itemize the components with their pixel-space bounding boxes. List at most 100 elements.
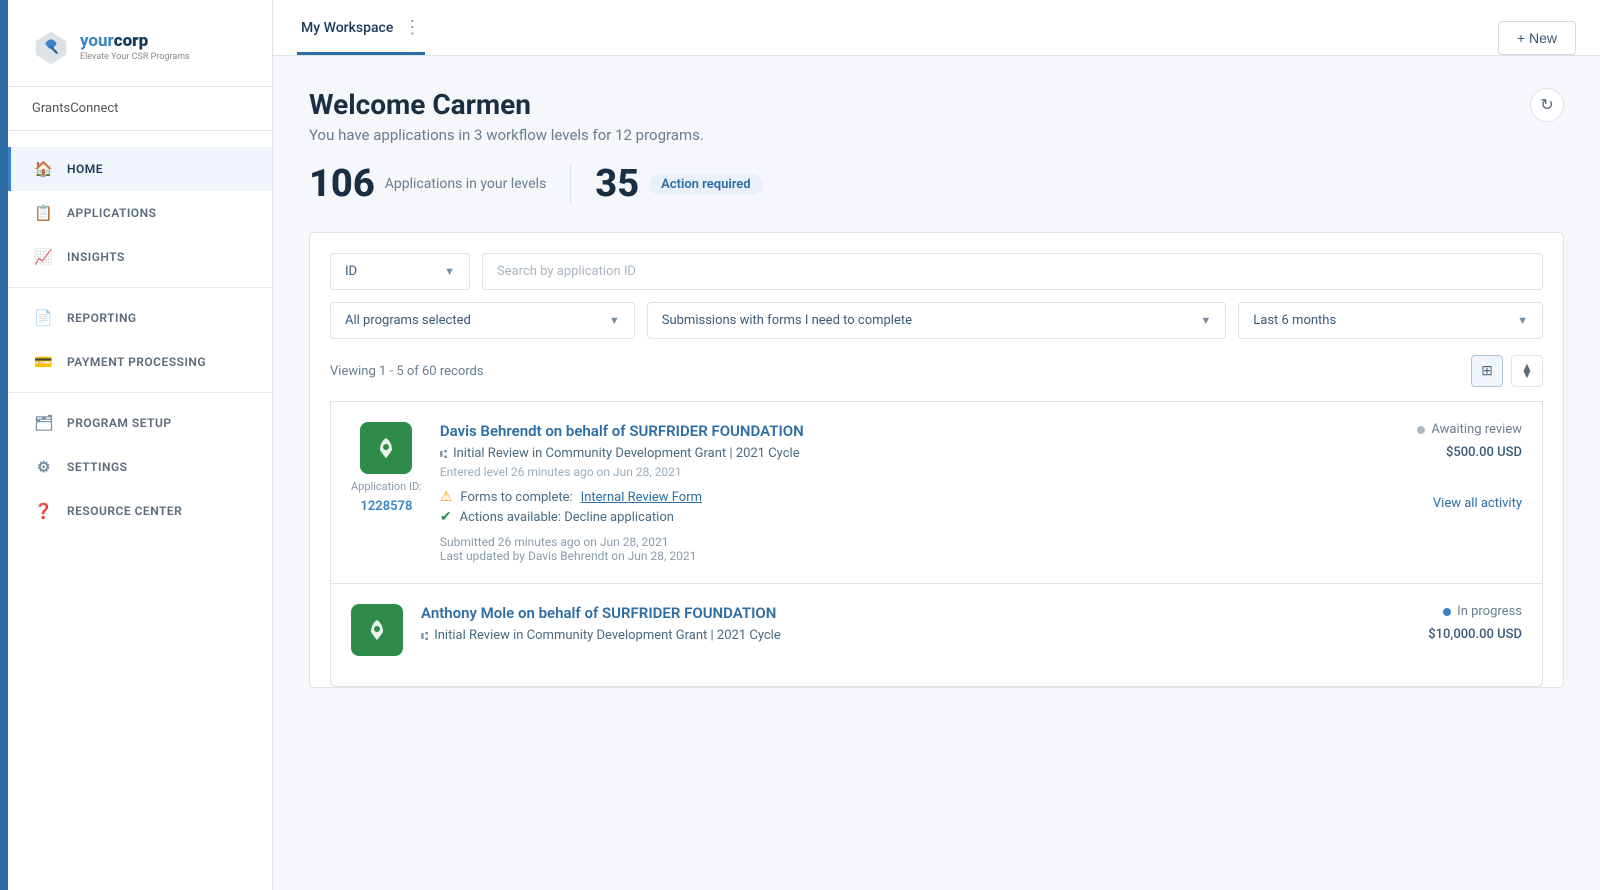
table-row: Application ID: 1228578 Davis Behrendt o… [330,401,1543,584]
sidebar-item-insights[interactable]: 📈 INSIGHTS [8,235,272,279]
sidebar-item-home[interactable]: 🏠 HOME [8,147,272,191]
status-badge-2: In progress [1443,604,1522,619]
results-row: Viewing 1 - 5 of 60 records ⊞ ⧫ [330,355,1543,401]
welcome-title: Welcome Carmen [309,88,531,121]
sidebar-item-reporting-label: REPORTING [67,311,137,325]
app-actions-1: ⚠ Forms to complete: Internal Review For… [440,489,1344,525]
tagline: Elevate Your CSR Programs [80,52,190,62]
app-level-2: ⑆ Initial Review in Community Developmen… [421,628,1344,643]
app-level-text-2: Initial Review in Community Development … [434,628,781,643]
filters-section: ID ▼ Search by application ID All progra… [309,232,1564,688]
app-avatar-block: Application ID: 1228578 [351,422,422,514]
app-id-value-1[interactable]: 1228578 [360,499,412,514]
filter-time-label: Last 6 months [1253,313,1336,328]
status-badge-1: Awaiting review [1417,422,1522,437]
app-main-2: Anthony Mole on behalf of SURFRIDER FOUN… [421,604,1344,647]
stat-applications: 106 Applications in your levels [309,165,546,203]
filter-search-input[interactable]: Search by application ID [482,253,1543,290]
filter-id-dropdown[interactable]: ID ▼ [330,253,470,290]
app-id-label-1: Application ID: [351,480,422,493]
status-label-2: In progress [1457,604,1522,619]
logo-icon [32,28,70,66]
sidebar-nav: 🏠 HOME 📋 APPLICATIONS 📈 INSIGHTS 📄 REPOR… [8,131,272,890]
sidebar-accent [0,0,8,890]
tab-options-icon[interactable]: ⋮ [403,17,421,38]
applications-label: Applications in your levels [385,176,547,192]
filter-id-label: ID [345,264,357,279]
app-right-1: Awaiting review $500.00 USD View all act… [1362,422,1522,511]
app-amount-1: $500.00 USD [1446,445,1522,460]
app-main-1: Davis Behrendt on behalf of SURFRIDER FO… [440,422,1344,563]
results-count: Viewing 1 - 5 of 60 records [330,364,484,379]
status-dot-2 [1443,608,1451,616]
app-right-2: In progress $10,000.00 USD [1362,604,1522,642]
sidebar-item-applications[interactable]: 📋 APPLICATIONS [8,191,272,235]
tab-workspace[interactable]: My Workspace ⋮ [297,3,425,55]
welcome-subtitle: You have applications in 3 workflow leve… [309,126,1564,144]
stat-divider [570,164,571,204]
forms-link-1[interactable]: Internal Review Form [581,490,702,505]
table-row: Anthony Mole on behalf of SURFRIDER FOUN… [330,584,1543,687]
logo-text: yourcorp Elevate Your CSR Programs [80,32,190,62]
applications-list: Application ID: 1228578 Davis Behrendt o… [330,401,1543,687]
app-name-1[interactable]: Davis Behrendt on behalf of SURFRIDER FO… [440,422,1344,440]
actions-available-1: ✔ Actions available: Decline application [440,509,1344,525]
avatar-icon-2 [363,616,391,644]
forms-label-1: Forms to complete: [460,490,572,505]
filter-time-dropdown[interactable]: Last 6 months ▼ [1238,302,1543,339]
filter-row-1: ID ▼ Search by application ID [330,253,1543,290]
org-name: GrantsConnect [8,87,272,131]
app-amount-2: $10,000.00 USD [1428,627,1522,642]
filter-submissions-label: Submissions with forms I need to complet… [662,313,912,328]
app-level-text-1: Initial Review in Community Development … [453,446,800,461]
tab-bar-right: + New [1498,21,1576,55]
refresh-button[interactable]: ↻ [1530,88,1564,122]
actions-label-1: Actions available: Decline application [460,510,674,525]
settings-icon: ⚙ [35,458,53,476]
grid-view-button[interactable]: ⊞ [1471,355,1503,387]
status-label-1: Awaiting review [1431,422,1522,437]
sidebar-item-settings[interactable]: ⚙ SETTINGS [8,445,272,489]
sidebar-item-insights-label: INSIGHTS [67,250,125,264]
app-avatar-2 [351,604,403,656]
app-avatar [360,422,412,474]
main-area: My Workspace ⋮ + New Welcome Carmen ↻ Yo… [273,0,1600,890]
sidebar-divider-1 [8,287,272,288]
stats-row: 106 Applications in your levels 35 Actio… [309,164,1564,204]
app-updated-1: Last updated by Davis Behrendt on Jun 28… [440,549,1344,563]
applications-icon: 📋 [35,204,53,222]
sidebar-item-resource-label: RESOURCE CENTER [67,504,182,518]
sidebar-item-payment-label: PAYMENT PROCESSING [67,355,206,369]
filter-button[interactable]: ⧫ [1511,355,1543,387]
sidebar-item-home-label: HOME [67,162,103,176]
resource-center-icon: ❓ [35,502,53,520]
avatar-icon [372,434,400,462]
page-content: Welcome Carmen ↻ You have applications i… [273,56,1600,890]
filter-submissions-dropdown[interactable]: Submissions with forms I need to complet… [647,302,1227,339]
sidebar-item-reporting[interactable]: 📄 REPORTING [8,296,272,340]
app-avatar-block-2 [351,604,403,656]
filter-row-2: All programs selected ▼ Submissions with… [330,302,1543,339]
app-name-2[interactable]: Anthony Mole on behalf of SURFRIDER FOUN… [421,604,1344,622]
sidebar-item-payment-processing[interactable]: 💳 PAYMENT PROCESSING [8,340,272,384]
stat-action-required: 35 Action required [595,165,762,203]
level-icon-1: ⑆ [440,447,447,461]
applications-count: 106 [309,165,375,203]
app-level-1: ⑆ Initial Review in Community Developmen… [440,446,1344,461]
filter-programs-dropdown[interactable]: All programs selected ▼ [330,302,635,339]
view-activity-1[interactable]: View all activity [1433,468,1522,511]
warning-icon-1: ⚠ [440,489,453,505]
welcome-header: Welcome Carmen ↻ [309,88,1564,122]
filter-search-placeholder: Search by application ID [497,264,636,279]
sidebar: yourcorp Elevate Your CSR Programs Grant… [8,0,273,890]
sidebar-item-settings-label: SETTINGS [67,460,128,474]
brand-name: yourcorp [80,32,190,51]
sidebar-logo: yourcorp Elevate Your CSR Programs [8,0,272,87]
forms-action-1: ⚠ Forms to complete: Internal Review For… [440,489,1344,505]
filter-time-chevron: ▼ [1517,314,1528,327]
program-setup-icon: 🗂 [35,414,53,432]
sidebar-item-resource-center[interactable]: ❓ RESOURCE CENTER [8,489,272,533]
new-button[interactable]: + New [1498,21,1576,55]
sidebar-item-program-setup[interactable]: 🗂 PROGRAM SETUP [8,401,272,445]
filter-programs-chevron: ▼ [609,314,620,327]
